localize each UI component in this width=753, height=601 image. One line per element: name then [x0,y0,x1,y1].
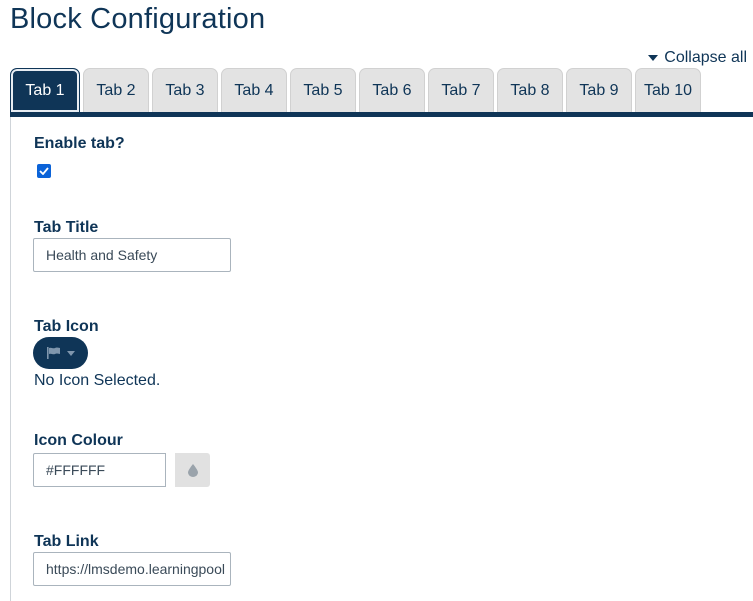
collapse-all-label: Collapse all [664,49,747,66]
chevron-down-icon [66,350,75,356]
page-title: Block Configuration [10,3,266,35]
flag-icon [46,347,60,359]
tab-2[interactable]: Tab 2 [83,68,149,112]
collapse-all-link[interactable]: Collapse all [648,49,747,67]
tab-1[interactable]: Tab 1 [10,68,80,112]
tab-3[interactable]: Tab 3 [152,68,218,112]
tab-7[interactable]: Tab 7 [428,68,494,112]
tab-panel [10,117,753,601]
tab-link-input[interactable]: https://lmsdemo.learningpool [33,552,231,586]
icon-picker-button[interactable] [33,337,88,369]
tab-icon-label: Tab Icon [34,318,99,335]
tab-title-input[interactable]: Health and Safety [33,238,231,272]
tab-5[interactable]: Tab 5 [290,68,356,112]
tab-8[interactable]: Tab 8 [497,68,563,112]
icon-status-text: No Icon Selected. [34,372,161,389]
tab-list: Tab 1 Tab 2 Tab 3 Tab 4 Tab 5 Tab 6 Tab … [10,68,753,112]
enable-tab-checkbox[interactable] [37,164,51,178]
tab-10[interactable]: Tab 10 [635,68,701,112]
caret-down-icon [648,55,659,61]
tab-9[interactable]: Tab 9 [566,68,632,112]
colour-picker-button[interactable] [175,453,210,487]
tab-link-label: Tab Link [34,533,99,550]
tab-title-label: Tab Title [34,219,99,236]
check-icon [39,167,49,175]
droplet-icon [187,463,198,477]
icon-colour-label: Icon Colour [34,432,123,449]
icon-colour-input[interactable]: #FFFFFF [33,453,166,487]
enable-tab-label: Enable tab? [34,135,125,152]
tab-6[interactable]: Tab 6 [359,68,425,112]
tab-4[interactable]: Tab 4 [221,68,287,112]
